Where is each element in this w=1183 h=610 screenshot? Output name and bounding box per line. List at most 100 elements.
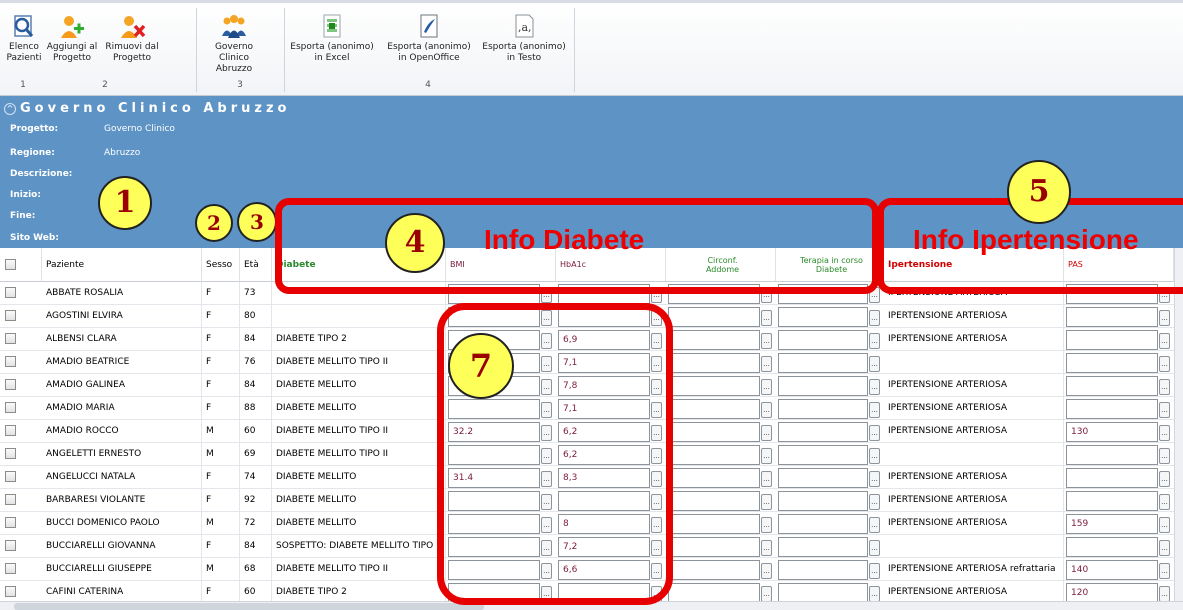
ellipsis-button[interactable]: ... [761,494,772,510]
ellipsis-button[interactable]: ... [761,540,772,556]
cell-circonf[interactable] [668,330,760,350]
cell-terapia[interactable] [778,422,868,442]
row-checkbox[interactable] [5,517,16,528]
header-sesso[interactable]: Sesso [202,248,240,282]
cell-circonf[interactable] [668,399,760,419]
cell-circonf[interactable] [668,537,760,557]
row-checkbox[interactable] [5,287,16,298]
cell-pas[interactable]: 159 [1066,514,1158,534]
ellipsis-button[interactable]: ... [1159,494,1170,510]
cell-circonf[interactable] [668,376,760,396]
ellipsis-button[interactable]: ... [1159,563,1170,579]
ellipsis-button[interactable]: ... [761,517,772,533]
esporta-excel-button[interactable]: Esporta (anonimo) in Excel [288,14,376,64]
ellipsis-button[interactable]: ... [1159,586,1170,601]
cell-circonf[interactable] [668,491,760,511]
aggiungi-al-progetto-button[interactable]: Aggiungi al Progetto [46,14,98,64]
cell-circonf[interactable] [668,468,760,488]
ellipsis-button[interactable]: ... [1159,379,1170,395]
cell-circonf[interactable] [668,353,760,373]
ellipsis-button[interactable]: ... [869,425,880,441]
vertical-scrollbar[interactable] [1174,248,1183,601]
row-checkbox[interactable] [5,494,16,505]
cell-pas[interactable] [1066,399,1158,419]
cell-pas[interactable] [1066,537,1158,557]
ellipsis-button[interactable]: ... [761,356,772,372]
ellipsis-button[interactable]: ... [761,586,772,601]
scrollbar-thumb[interactable] [14,603,484,610]
cell-pas[interactable] [1066,307,1158,327]
ellipsis-button[interactable]: ... [1159,333,1170,349]
row-checkbox[interactable] [5,471,16,482]
row-checkbox[interactable] [5,310,16,321]
ellipsis-button[interactable]: ... [869,494,880,510]
ellipsis-button[interactable]: ... [869,517,880,533]
row-checkbox[interactable] [5,540,16,551]
cell-terapia[interactable] [778,560,868,580]
cell-terapia[interactable] [778,307,868,327]
cell-circonf[interactable] [668,560,760,580]
elenco-pazienti-button[interactable]: Elenco Pazienti [6,14,42,64]
cell-pas[interactable] [1066,353,1158,373]
row-checkbox[interactable] [5,448,16,459]
ellipsis-button[interactable]: ... [761,425,772,441]
cell-terapia[interactable] [778,330,868,350]
ellipsis-button[interactable]: ... [1159,448,1170,464]
cell-circonf[interactable] [668,307,760,327]
ellipsis-button[interactable]: ... [1159,517,1170,533]
cell-pas[interactable]: 130 [1066,422,1158,442]
governo-clinico-abruzzo-button[interactable]: Governo Clinico Abruzzo [200,14,268,75]
ellipsis-button[interactable]: ... [869,402,880,418]
ellipsis-button[interactable]: ... [869,586,880,601]
cell-circonf[interactable] [668,583,760,601]
ellipsis-button[interactable]: ... [869,379,880,395]
ellipsis-button[interactable]: ... [869,471,880,487]
row-checkbox[interactable] [5,563,16,574]
ellipsis-button[interactable]: ... [869,356,880,372]
cell-pas[interactable] [1066,445,1158,465]
cell-circonf[interactable] [668,445,760,465]
ellipsis-button[interactable]: ... [869,333,880,349]
cell-pas[interactable] [1066,491,1158,511]
cell-terapia[interactable] [778,376,868,396]
row-checkbox[interactable] [5,356,16,367]
row-checkbox[interactable] [5,402,16,413]
cell-terapia[interactable] [778,445,868,465]
ellipsis-button[interactable]: ... [761,333,772,349]
cell-pas[interactable]: 140 [1066,560,1158,580]
rimuovi-dal-progetto-button[interactable]: Rimuovi dal Progetto [104,14,160,64]
esporta-openoffice-button[interactable]: Esporta (anonimo) in OpenOffice [382,14,476,64]
esporta-testo-button[interactable]: ,a, Esporta (anonimo) in Testo [478,14,570,64]
ellipsis-button[interactable]: ... [1159,540,1170,556]
cell-terapia[interactable] [778,537,868,557]
cell-pas[interactable] [1066,376,1158,396]
ellipsis-button[interactable]: ... [761,379,772,395]
cell-terapia[interactable] [778,468,868,488]
row-checkbox[interactable] [5,586,16,597]
cell-pas[interactable] [1066,330,1158,350]
header-paziente[interactable]: Paziente [42,248,202,282]
ellipsis-button[interactable]: ... [1159,402,1170,418]
ellipsis-button[interactable]: ... [1159,425,1170,441]
ellipsis-button[interactable]: ... [761,563,772,579]
cell-pas[interactable]: 120 [1066,583,1158,601]
select-all-checkbox[interactable] [5,259,16,270]
ellipsis-button[interactable]: ... [869,540,880,556]
row-checkbox[interactable] [5,425,16,436]
cell-circonf[interactable] [668,422,760,442]
ellipsis-button[interactable]: ... [761,448,772,464]
ellipsis-button[interactable]: ... [761,471,772,487]
ellipsis-button[interactable]: ... [869,448,880,464]
collapse-icon[interactable]: ^ [4,103,16,115]
ellipsis-button[interactable]: ... [1159,356,1170,372]
cell-pas[interactable] [1066,468,1158,488]
row-checkbox[interactable] [5,333,16,344]
cell-terapia[interactable] [778,491,868,511]
ellipsis-button[interactable]: ... [869,310,880,326]
ellipsis-button[interactable]: ... [1159,310,1170,326]
cell-terapia[interactable] [778,514,868,534]
ellipsis-button[interactable]: ... [1159,471,1170,487]
header-eta[interactable]: Età [240,248,272,282]
cell-terapia[interactable] [778,583,868,601]
cell-terapia[interactable] [778,399,868,419]
